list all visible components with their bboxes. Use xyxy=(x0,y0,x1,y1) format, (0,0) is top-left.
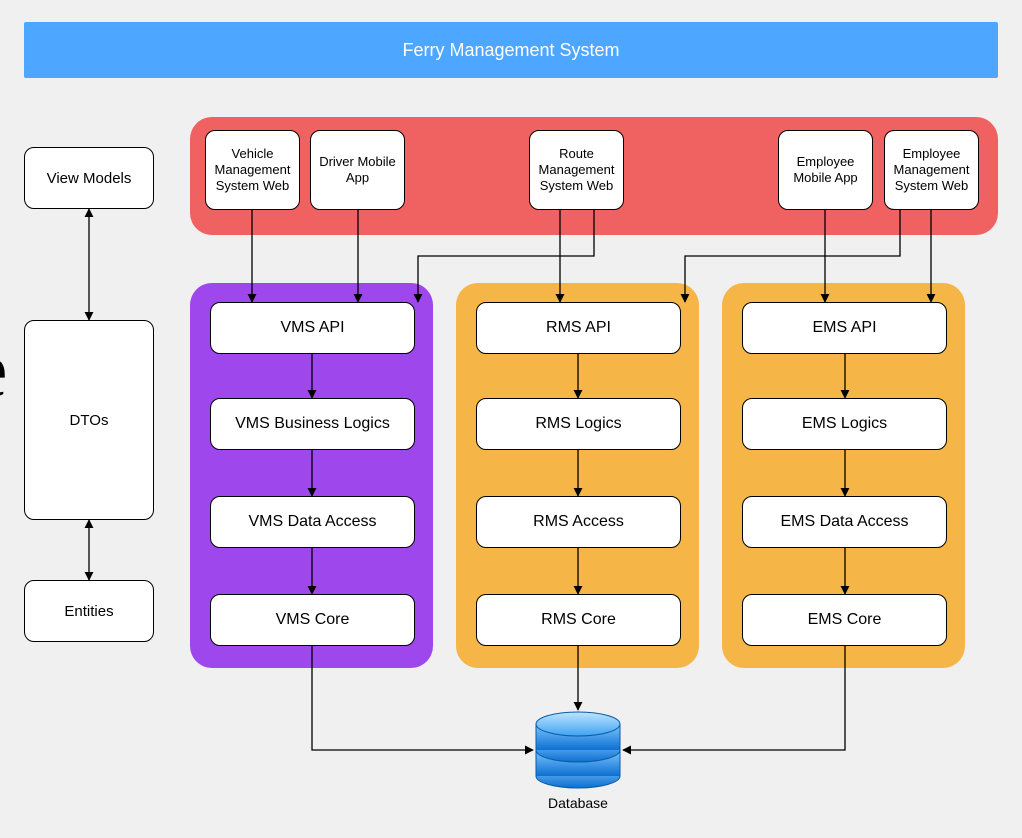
rms-core-label: RMS Core xyxy=(541,611,616,629)
title-text: Ferry Management System xyxy=(402,40,619,61)
ems-core-label: EMS Core xyxy=(808,611,882,629)
ems-logic-box: EMS Logics xyxy=(742,398,947,450)
driver-app-label: Driver Mobile App xyxy=(315,154,400,187)
view-models-box: View Models xyxy=(24,147,154,209)
database-icon xyxy=(533,710,623,790)
vms-core-box: VMS Core xyxy=(210,594,415,646)
rms-data-box: RMS Access xyxy=(476,496,681,548)
partial-letter: e xyxy=(0,325,8,416)
vms-core-label: VMS Core xyxy=(276,611,350,629)
ems-api-label: EMS API xyxy=(812,319,876,337)
employee-web-box: Employee Management System Web xyxy=(884,130,979,210)
vms-logic-label: VMS Business Logics xyxy=(235,415,390,433)
ems-data-label: EMS Data Access xyxy=(780,513,908,531)
database-label: Database xyxy=(548,795,608,811)
route-web-label: Route Management System Web xyxy=(534,146,619,195)
ems-data-box: EMS Data Access xyxy=(742,496,947,548)
view-models-label: View Models xyxy=(47,170,132,187)
route-web-box: Route Management System Web xyxy=(529,130,624,210)
vms-logic-box: VMS Business Logics xyxy=(210,398,415,450)
employee-app-box: Employee Mobile App xyxy=(778,130,873,210)
dtos-label: DTOs xyxy=(70,412,109,429)
rms-data-label: RMS Access xyxy=(533,513,624,531)
ems-logic-label: EMS Logics xyxy=(802,415,887,433)
employee-web-label: Employee Management System Web xyxy=(889,146,974,195)
title-banner: Ferry Management System xyxy=(24,22,998,78)
ems-api-box: EMS API xyxy=(742,302,947,354)
driver-app-box: Driver Mobile App xyxy=(310,130,405,210)
rms-api-box: RMS API xyxy=(476,302,681,354)
vms-api-label: VMS API xyxy=(280,319,344,337)
entities-box: Entities xyxy=(24,580,154,642)
vms-data-label: VMS Data Access xyxy=(248,513,376,531)
vehicle-web-box: Vehicle Management System Web xyxy=(205,130,300,210)
vehicle-web-label: Vehicle Management System Web xyxy=(210,146,295,195)
rms-core-box: RMS Core xyxy=(476,594,681,646)
vms-data-box: VMS Data Access xyxy=(210,496,415,548)
dtos-box: DTOs xyxy=(24,320,154,520)
entities-label: Entities xyxy=(64,603,113,620)
rms-api-label: RMS API xyxy=(546,319,611,337)
ems-core-box: EMS Core xyxy=(742,594,947,646)
vms-api-box: VMS API xyxy=(210,302,415,354)
employee-app-label: Employee Mobile App xyxy=(783,154,868,187)
rms-logic-label: RMS Logics xyxy=(535,415,621,433)
rms-logic-box: RMS Logics xyxy=(476,398,681,450)
